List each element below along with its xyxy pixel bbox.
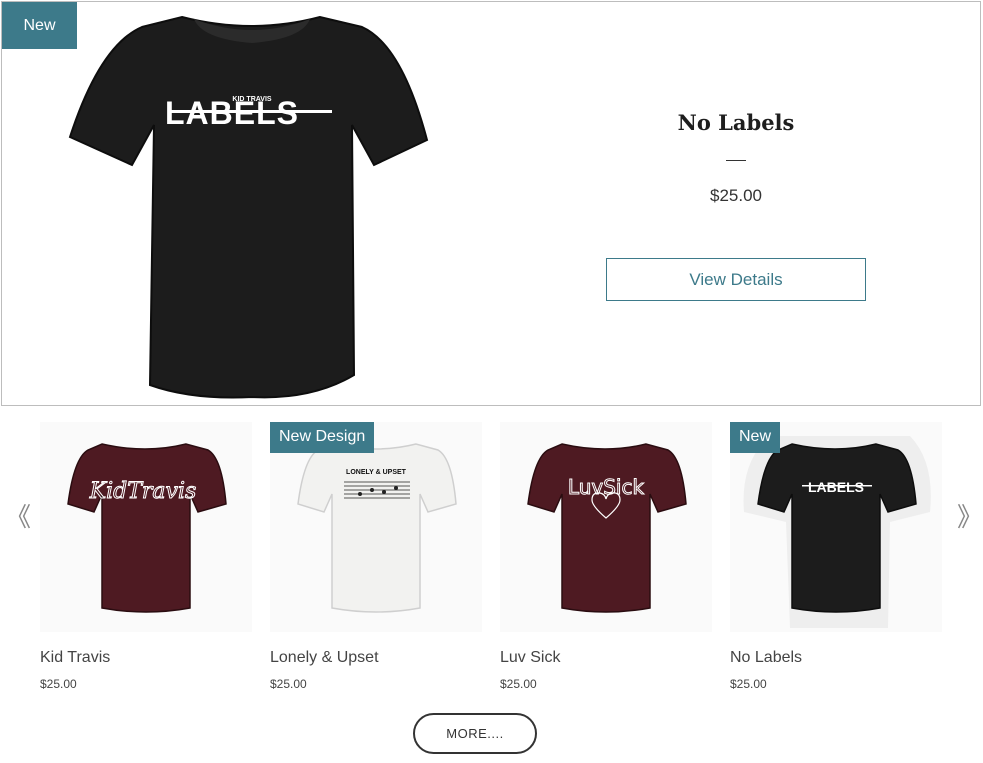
gallery-item-kid-travis[interactable]: KidTravis Kid Travis $25.00: [40, 422, 252, 697]
product-price: $25.00: [710, 186, 762, 205]
product-price: $25.00: [500, 677, 537, 691]
featured-product: KID TRAVIS LABELS New No Labels $25.00 V…: [1, 1, 981, 406]
product-thumbnail[interactable]: LABELS: [730, 422, 942, 632]
product-price: $25.00: [730, 677, 767, 691]
featured-product-image[interactable]: KID TRAVIS LABELS: [62, 5, 442, 403]
product-price: $25.00: [270, 677, 307, 691]
product-name[interactable]: Kid Travis: [40, 649, 110, 667]
product-price: $25.00: [40, 677, 77, 691]
tshirt-image: KidTravis: [67, 443, 227, 613]
new-ribbon: New: [730, 422, 781, 453]
product-thumbnail[interactable]: KidTravis: [40, 422, 252, 632]
print-text: KidTravis: [89, 479, 197, 504]
tshirt-image: KID TRAVIS LABELS: [68, 15, 429, 399]
more-button[interactable]: MORE....: [413, 713, 537, 754]
product-thumbnail[interactable]: LONELY & UPSET: [270, 422, 482, 632]
product-title: No Labels: [677, 110, 795, 135]
view-details-button[interactable]: View Details: [606, 258, 866, 301]
product-thumbnail[interactable]: LuvSick: [500, 422, 712, 632]
print-text: LONELY & UPSET: [346, 469, 407, 476]
new-ribbon: New: [2, 2, 77, 49]
gallery-item-lonely-upset[interactable]: LONELY & UPSET New Design Lonely & Upset…: [270, 422, 482, 697]
print-text: LuvSick: [568, 475, 645, 499]
print-text: LABELS: [808, 479, 864, 495]
new-design-ribbon: New Design: [270, 422, 375, 453]
gallery-next-arrow-icon[interactable]: 》: [957, 505, 983, 531]
gallery-item-no-labels[interactable]: LABELS New No Labels $25.00: [730, 422, 942, 697]
gallery-prev-arrow-icon[interactable]: 《: [5, 505, 31, 531]
title-divider: [726, 160, 746, 161]
tshirt-image: LuvSick: [527, 443, 687, 613]
tshirt-image: LABELS: [743, 436, 931, 628]
tshirt-image: LONELY & UPSET: [297, 443, 457, 613]
product-name[interactable]: Lonely & Upset: [270, 649, 379, 667]
product-name[interactable]: Luv Sick: [500, 649, 560, 667]
product-name[interactable]: No Labels: [730, 649, 802, 667]
gallery-item-luv-sick[interactable]: LuvSick Luv Sick $25.00: [500, 422, 712, 697]
